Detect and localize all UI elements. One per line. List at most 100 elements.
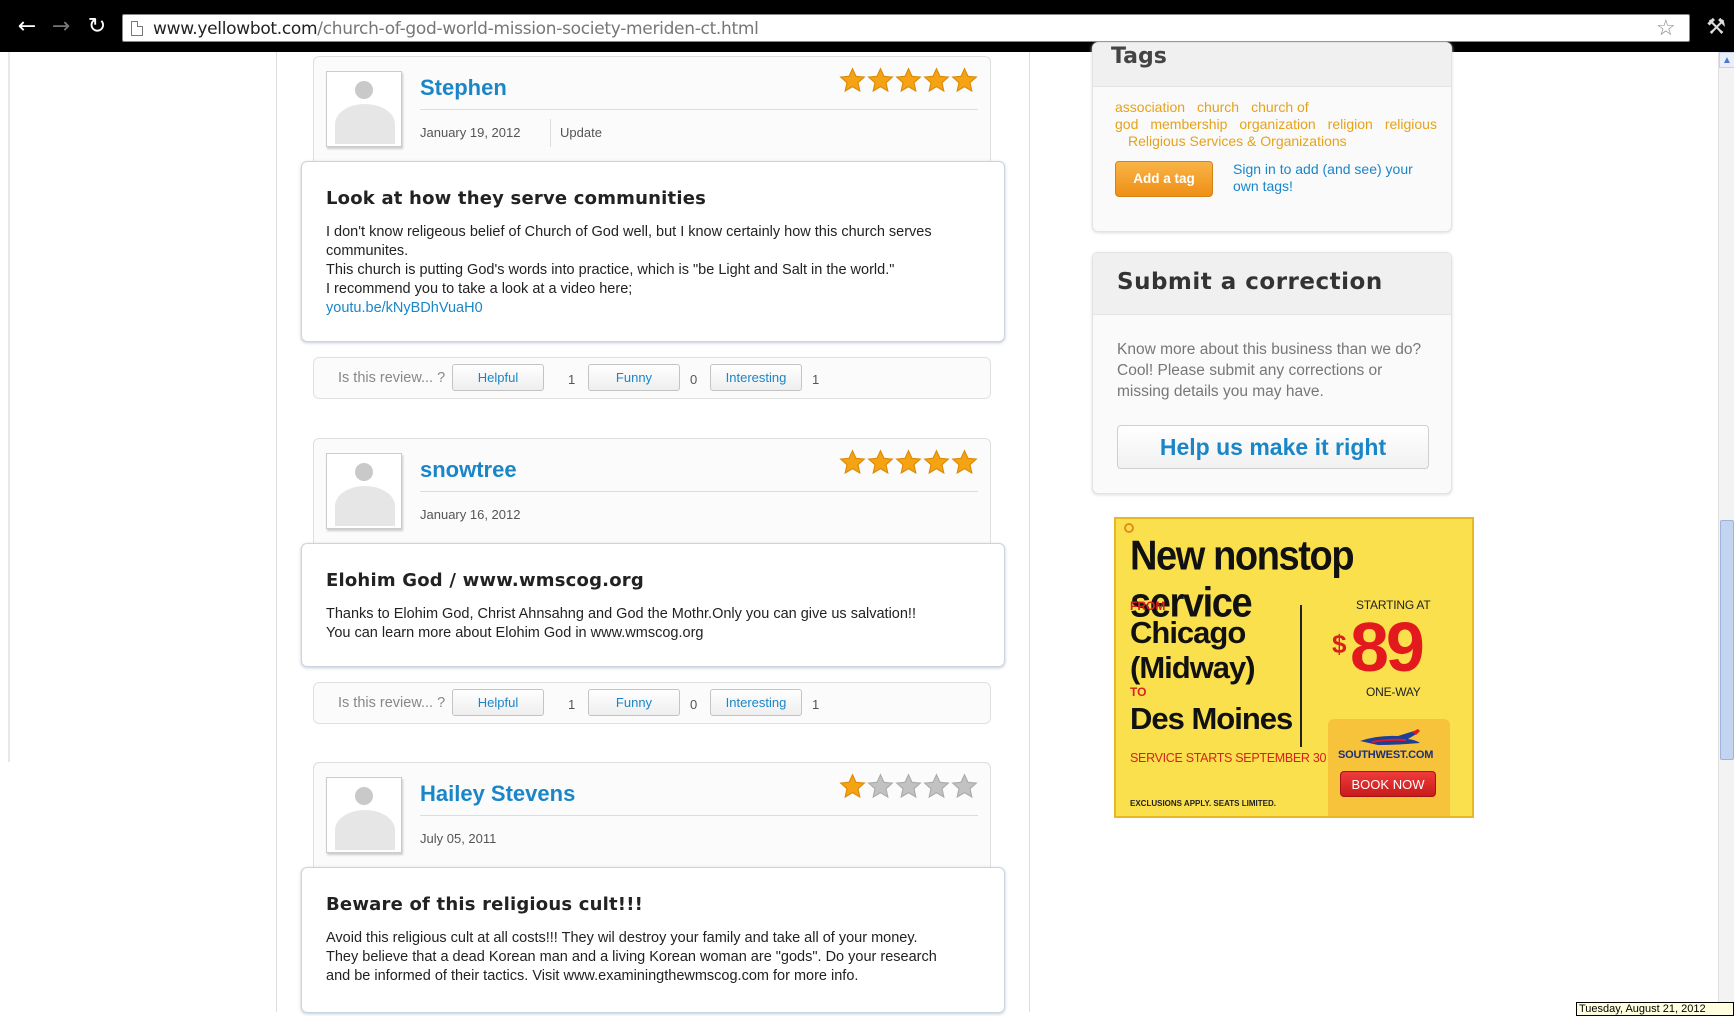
star-filled-icon	[895, 67, 922, 93]
divider	[420, 109, 978, 110]
review-vote-bar: Is this review... ? Helpful 1 Funny 0 In…	[313, 682, 991, 724]
add-tag-button[interactable]: Add a tag	[1115, 161, 1213, 197]
review-video-link[interactable]: youtu.be/kNyBDhVuaH0	[326, 299, 980, 318]
reviewer-name[interactable]: Stephen	[420, 75, 507, 101]
helpful-count: 1	[568, 372, 576, 387]
url-path: /church-of-god-world-mission-society-mer…	[317, 19, 759, 39]
back-icon[interactable]: ←	[14, 14, 40, 40]
reviewer-name[interactable]: snowtree	[420, 457, 517, 483]
interesting-button[interactable]: Interesting	[710, 364, 802, 391]
avatar[interactable]	[326, 777, 402, 853]
tag-link[interactable]: membership	[1150, 116, 1227, 132]
interesting-button[interactable]: Interesting	[710, 689, 802, 716]
update-link[interactable]: Update	[560, 125, 602, 140]
star-filled-icon	[923, 67, 950, 93]
avatar[interactable]	[326, 71, 402, 147]
divider	[420, 815, 978, 816]
ad-info-icon[interactable]	[1124, 523, 1134, 533]
address-bar[interactable]: www.yellowbot.com/church-of-god-world-mi…	[122, 14, 1690, 42]
forward-icon[interactable]: →	[48, 14, 74, 40]
star-empty-icon	[951, 773, 978, 799]
tag-link[interactable]: organization	[1239, 116, 1315, 132]
review-title: Look at how they serve communities	[326, 188, 707, 209]
star-filled-icon	[951, 67, 978, 93]
scroll-up-arrow-icon[interactable]: ▲	[1719, 52, 1734, 68]
tag-link[interactable]: religion	[1328, 116, 1373, 132]
divider	[420, 491, 978, 492]
taskbar-clock-tooltip: Tuesday, August 21, 2012	[1576, 1002, 1734, 1016]
correction-text: Know more about this business than we do…	[1117, 341, 1422, 400]
ad-divider	[1300, 605, 1302, 747]
southwest-ad[interactable]: New nonstop service FROM Chicago (Midway)…	[1114, 517, 1474, 818]
ad-from-city-line2: (Midway)	[1130, 650, 1256, 685]
review-header: Hailey Stevens July 05, 2011	[313, 762, 991, 868]
ad-from-city: Chicago (Midway)	[1130, 615, 1256, 685]
interesting-count: 1	[812, 372, 820, 387]
star-filled-icon	[867, 67, 894, 93]
ad-to-city: Des Moines	[1130, 701, 1293, 736]
star-filled-icon	[839, 67, 866, 93]
tags-panel: Tags association church church of god membe…	[1092, 42, 1452, 232]
scrollbar-thumb[interactable]	[1720, 520, 1734, 760]
ad-one-way: ONE-WAY	[1366, 685, 1421, 699]
ad-brand: SOUTHWEST.COM	[1338, 749, 1434, 761]
ad-to-label: TO	[1130, 685, 1147, 699]
browser-toolbar: ← → ↻ www.yellowbot.com/church-of-god-wo…	[0, 0, 1734, 52]
avatar[interactable]	[326, 453, 402, 529]
helpful-button[interactable]: Helpful	[452, 364, 544, 391]
star-rating	[839, 67, 978, 94]
tags-header: Tags	[1093, 43, 1451, 87]
review-body: Elohim God / www.wmscog.org Thanks to El…	[301, 543, 1005, 667]
review-title: Elohim God / www.wmscog.org	[326, 570, 644, 591]
ad-from-label: FROM	[1130, 599, 1166, 613]
page-viewport: Stephen January 19, 2012 Update Look at …	[0, 42, 1734, 1013]
reviews-column: Stephen January 19, 2012 Update Look at …	[276, 52, 1030, 1013]
interesting-count: 1	[812, 697, 820, 712]
wrench-menu-icon[interactable]: ⚒	[1706, 14, 1726, 40]
tags-title: Tags	[1111, 44, 1167, 69]
star-empty-icon	[895, 773, 922, 799]
star-empty-icon	[923, 773, 950, 799]
tag-link[interactable]: association	[1115, 99, 1185, 115]
review-text: I don't know religeous belief of Church …	[326, 224, 932, 297]
tag-link[interactable]: religious	[1385, 116, 1437, 132]
sign-in-tags-link[interactable]: Sign in to add (and see) your own tags!	[1233, 161, 1433, 195]
star-filled-icon	[839, 773, 866, 799]
tag-list: association church church of god membership…	[1115, 99, 1437, 150]
reload-icon[interactable]: ↻	[84, 14, 110, 40]
ad-price: 89	[1350, 608, 1425, 686]
funny-button[interactable]: Funny	[588, 364, 680, 391]
ad-currency: $	[1332, 629, 1347, 659]
helpful-count: 1	[568, 697, 576, 712]
star-rating	[839, 449, 978, 476]
vote-question: Is this review... ?	[338, 370, 446, 386]
star-filled-icon	[895, 449, 922, 475]
page-icon	[131, 21, 143, 36]
tag-link[interactable]: church	[1197, 99, 1239, 115]
funny-button[interactable]: Funny	[588, 689, 680, 716]
review-text: Avoid this religious cult at all costs!!…	[326, 930, 937, 984]
tag-link[interactable]: Religious Services & Organizations	[1115, 133, 1423, 150]
funny-count: 0	[690, 372, 698, 387]
star-filled-icon	[951, 449, 978, 475]
airplane-icon	[1360, 729, 1420, 745]
funny-count: 0	[690, 697, 698, 712]
review-body: Look at how they serve communities I don…	[301, 161, 1005, 342]
review-vote-bar: Is this review... ? Helpful 1 Funny 0 In…	[313, 357, 991, 399]
vote-question: Is this review... ?	[338, 695, 446, 711]
review-body: Beware of this religious cult!!! Avoid t…	[301, 867, 1005, 1013]
url-domain: www.yellowbot.com	[153, 19, 318, 39]
star-rating	[839, 773, 978, 800]
reviewer-name[interactable]: Hailey Stevens	[420, 781, 575, 807]
review-date: January 16, 2012	[420, 507, 521, 522]
bookmark-star-icon[interactable]: ☆	[1656, 15, 1683, 42]
star-filled-icon	[923, 449, 950, 475]
review-title: Beware of this religious cult!!!	[326, 894, 644, 915]
review-header: snowtree January 16, 2012	[313, 438, 991, 544]
book-now-button[interactable]: BOOK NOW	[1340, 771, 1436, 797]
help-us-make-it-right-button[interactable]: Help us make it right	[1117, 425, 1429, 469]
helpful-button[interactable]: Helpful	[452, 689, 544, 716]
left-divider	[8, 52, 10, 762]
ad-brand-box: SOUTHWEST.COM BOOK NOW	[1328, 719, 1450, 816]
vertical-scrollbar[interactable]: ▲	[1718, 52, 1734, 1012]
